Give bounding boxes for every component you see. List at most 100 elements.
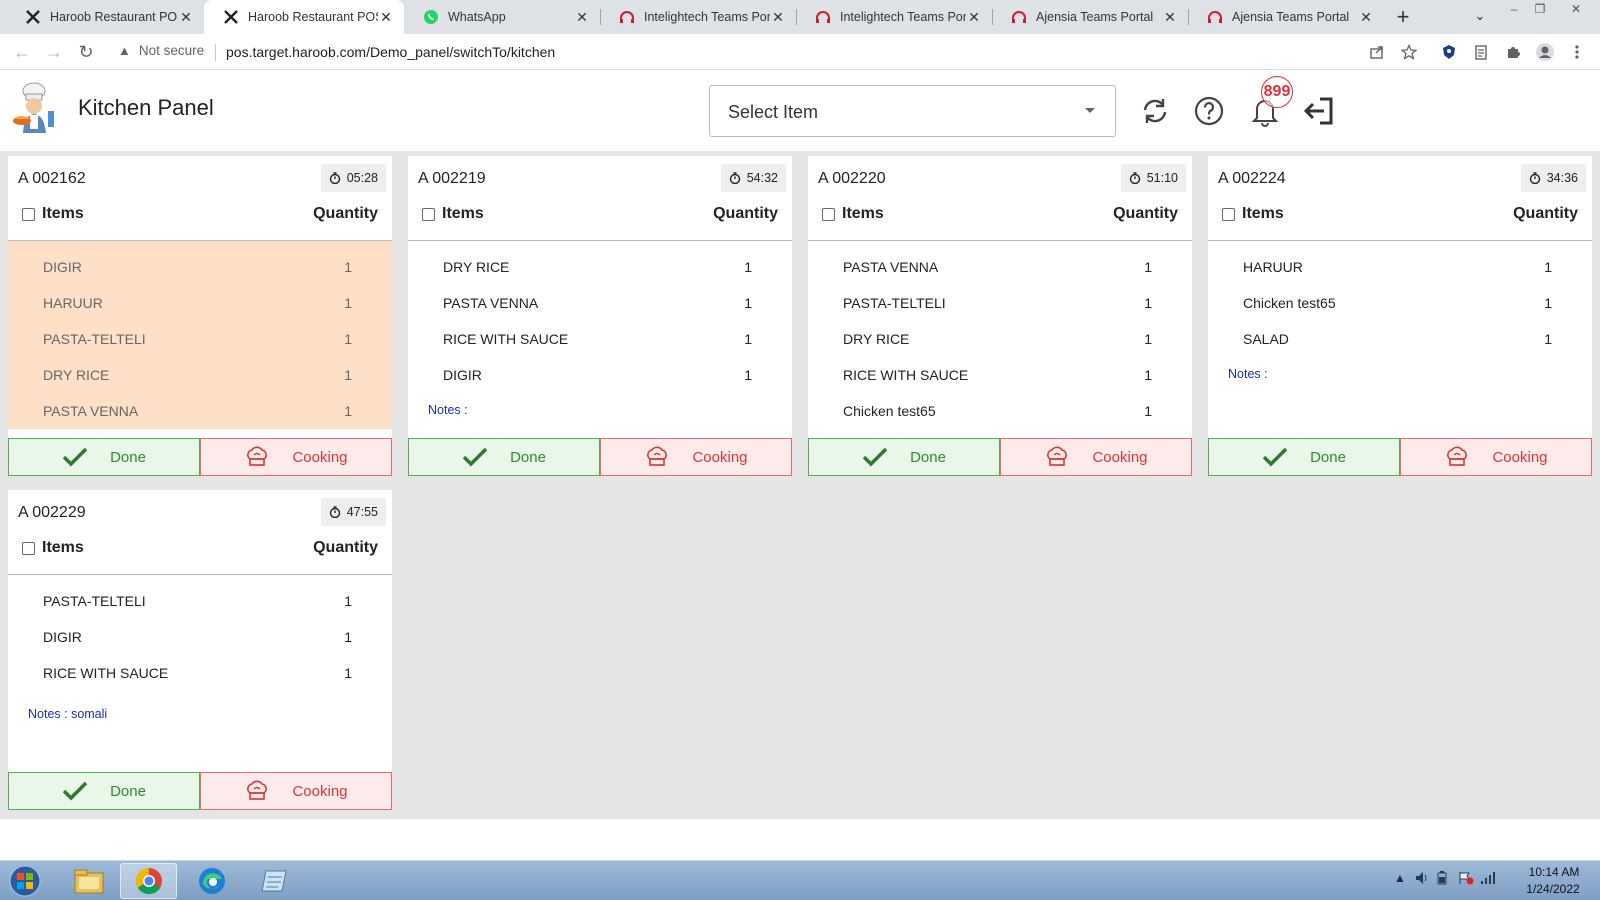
battery-icon[interactable] xyxy=(1437,871,1447,888)
start-button[interactable] xyxy=(6,863,44,899)
close-tab-icon[interactable]: ✕ xyxy=(574,9,590,26)
tab-search-chevron-icon[interactable]: ⌄ xyxy=(1470,8,1490,26)
order-notes: Notes : xyxy=(428,403,468,417)
browser-tab-active[interactable]: Haroob Restaurant POS ✕ xyxy=(204,0,404,34)
close-tab-icon[interactable]: ✕ xyxy=(378,9,394,26)
address-bar[interactable]: pos.target.haroob.com/Demo_panel/switchT… xyxy=(226,44,555,60)
done-button[interactable]: Done xyxy=(408,438,600,476)
browser-tab[interactable]: Ajensia Teams Portal ✕ xyxy=(1188,0,1384,34)
order-item-row[interactable]: RICE WITH SAUCE 1 xyxy=(408,321,792,357)
order-item-row[interactable]: DIGIR 1 xyxy=(8,249,392,285)
items-header-row: Items Quantity xyxy=(1222,201,1578,227)
back-button[interactable]: ← xyxy=(10,40,34,64)
volume-icon[interactable] xyxy=(1414,871,1430,888)
order-card: A 002220 51:10 Items Quantity PASTA VENN… xyxy=(808,156,1192,476)
browser-menu-icon[interactable] xyxy=(1566,41,1588,63)
order-item-row[interactable]: DIGIR 1 xyxy=(8,619,392,655)
done-button[interactable]: Done xyxy=(1208,438,1400,476)
show-hidden-icons-arrow-icon[interactable]: ▲ xyxy=(1394,871,1406,885)
password-manager-icon[interactable] xyxy=(1438,41,1460,63)
order-item-row[interactable]: PASTA VENNA 1 xyxy=(408,285,792,321)
minimize-window-button[interactable]: – xyxy=(1502,0,1526,20)
select-item-dropdown[interactable]: Select Item xyxy=(709,85,1116,137)
order-item-row[interactable]: PASTA VENNA 1 xyxy=(808,249,1192,285)
order-item-row[interactable]: DRY RICE 1 xyxy=(8,357,392,393)
extensions-puzzle-icon[interactable] xyxy=(1502,41,1524,63)
windows-explorer-icon[interactable] xyxy=(60,863,117,899)
chrome-icon[interactable] xyxy=(120,863,177,899)
select-all-checkbox[interactable] xyxy=(22,541,35,555)
tab-title: WhatsApp xyxy=(448,10,506,24)
system-clock-date[interactable]: 1/24/2022 xyxy=(1522,882,1584,896)
done-label: Done xyxy=(110,782,146,800)
url-divider xyxy=(215,44,216,61)
order-item-row[interactable]: PASTA-TELTELI 1 xyxy=(8,583,392,619)
browser-tab[interactable]: Intelightech Teams Portal ✕ xyxy=(600,0,796,34)
headset-icon xyxy=(814,8,832,26)
browser-tab[interactable]: Ajensia Teams Portal ✕ xyxy=(992,0,1188,34)
order-item-row[interactable]: Chicken test65 1 xyxy=(1208,285,1592,321)
done-button[interactable]: Done xyxy=(808,438,1000,476)
order-item-row[interactable]: PASTA VENNA 1 xyxy=(8,393,392,429)
order-item-list: HARUUR 1 Chicken test65 1 SALAD 1 xyxy=(1208,241,1592,357)
select-all-checkbox[interactable] xyxy=(422,207,435,221)
item-quantity: 1 xyxy=(344,331,352,347)
new-tab-button[interactable]: + xyxy=(1390,4,1416,30)
close-tab-icon[interactable]: ✕ xyxy=(1358,9,1374,26)
system-clock-time[interactable]: 10:14 AM xyxy=(1524,865,1584,879)
items-header-row: Items Quantity xyxy=(822,201,1178,227)
share-icon[interactable] xyxy=(1366,41,1388,63)
action-center-flag-icon[interactable] xyxy=(1458,871,1474,888)
select-all-checkbox[interactable] xyxy=(1222,207,1235,221)
order-item-row[interactable]: PASTA-TELTELI 1 xyxy=(808,285,1192,321)
quantity-column-header: Quantity xyxy=(1513,205,1578,222)
order-item-row[interactable]: PASTA-TELTELI 1 xyxy=(8,321,392,357)
order-item-row[interactable]: RICE WITH SAUCE 1 xyxy=(8,655,392,691)
order-item-row[interactable]: HARUUR 1 xyxy=(8,285,392,321)
order-item-row[interactable]: RICE WITH SAUCE 1 xyxy=(808,357,1192,393)
select-all-checkbox[interactable] xyxy=(822,207,835,221)
order-item-row[interactable]: DRY RICE 1 xyxy=(808,321,1192,357)
browser-tab[interactable]: Intelightech Teams Portal ✕ xyxy=(796,0,992,34)
cooking-button[interactable]: Cooking xyxy=(200,438,392,476)
browser-tab[interactable]: Haroob Restaurant POS ✕ xyxy=(6,0,204,34)
tab-title: Intelightech Teams Portal xyxy=(840,10,966,24)
security-indicator[interactable]: ▲ Not secure xyxy=(118,43,204,58)
bookmark-star-icon[interactable] xyxy=(1398,41,1420,63)
order-item-row[interactable]: HARUUR 1 xyxy=(1208,249,1592,285)
close-tab-icon[interactable]: ✕ xyxy=(966,9,982,26)
item-quantity: 1 xyxy=(344,367,352,383)
notepad-icon[interactable] xyxy=(246,863,303,899)
order-number: A 002162 xyxy=(18,170,86,187)
close-window-button[interactable]: ✕ xyxy=(1564,0,1588,20)
profile-avatar-icon[interactable] xyxy=(1534,41,1556,63)
order-item-row[interactable]: SALAD 1 xyxy=(1208,321,1592,357)
select-all-checkbox[interactable] xyxy=(22,207,35,221)
cooking-button[interactable]: Cooking xyxy=(200,772,392,810)
order-item-row[interactable]: Chicken test65 1 xyxy=(808,393,1192,429)
close-tab-icon[interactable]: ✕ xyxy=(1162,9,1178,26)
quantity-column-header: Quantity xyxy=(313,539,378,556)
logout-icon[interactable] xyxy=(1300,93,1336,129)
order-item-row[interactable]: DIGIR 1 xyxy=(408,357,792,393)
browser-tab[interactable]: WhatsApp ✕ xyxy=(404,0,600,34)
order-actions: Done Cooking xyxy=(8,772,392,810)
forward-button[interactable]: → xyxy=(42,40,66,64)
restore-window-button[interactable]: ❐ xyxy=(1528,0,1552,20)
items-header-row: Items Quantity xyxy=(22,535,378,561)
close-tab-icon[interactable]: ✕ xyxy=(770,9,786,26)
cooking-button[interactable]: Cooking xyxy=(1000,438,1192,476)
clipboard-extension-icon[interactable] xyxy=(1470,41,1492,63)
close-tab-icon[interactable]: ✕ xyxy=(178,9,194,26)
network-signal-icon[interactable] xyxy=(1480,871,1496,888)
edge-icon[interactable] xyxy=(183,863,240,899)
help-icon[interactable] xyxy=(1191,93,1227,129)
order-item-row[interactable]: DRY RICE 1 xyxy=(408,249,792,285)
done-button[interactable]: Done xyxy=(8,438,200,476)
cooking-button[interactable]: Cooking xyxy=(1400,438,1592,476)
cooking-label: Cooking xyxy=(292,782,348,800)
refresh-icon[interactable] xyxy=(1137,93,1173,129)
done-button[interactable]: Done xyxy=(8,772,200,810)
cooking-button[interactable]: Cooking xyxy=(600,438,792,476)
reload-button[interactable]: ↻ xyxy=(74,40,98,64)
